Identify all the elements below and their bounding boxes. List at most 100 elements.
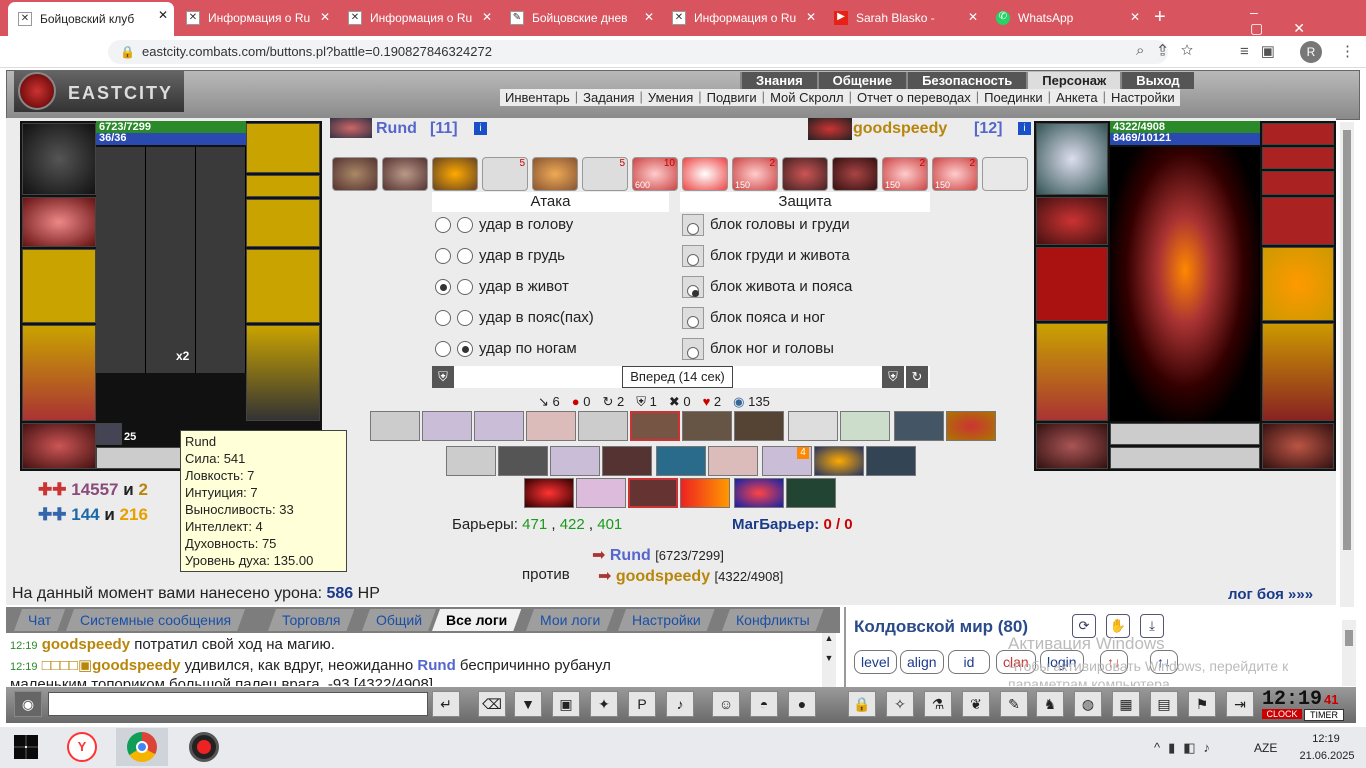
close-icon[interactable]: ✕	[806, 10, 816, 24]
menu-knowledge[interactable]: Знания	[740, 72, 817, 89]
tab-7[interactable]: ✆ WhatsApp ✕	[986, 4, 1146, 32]
submenu-settings[interactable]: Настройки	[1106, 89, 1180, 106]
defense-option[interactable]: блок ног и головы	[682, 338, 834, 368]
page-scrollbar[interactable]	[1340, 122, 1354, 610]
effect-icon[interactable]	[382, 157, 428, 191]
pet-icon[interactable]: ❦	[962, 691, 990, 717]
skill-icon[interactable]: 4	[762, 446, 812, 476]
ring-slot[interactable]	[1262, 147, 1334, 169]
submenu-scroll[interactable]: Мой Скролл	[765, 89, 849, 106]
close-icon[interactable]: ✕	[968, 10, 978, 24]
skill-icon[interactable]	[370, 411, 420, 441]
skill-icon[interactable]	[656, 446, 706, 476]
tab-5[interactable]: ✕ Информация о Ru ✕	[662, 4, 822, 32]
cards-icon[interactable]: ▤	[1150, 691, 1178, 717]
skill-icon[interactable]	[814, 446, 864, 476]
attack-radio-a[interactable]	[435, 217, 451, 234]
skill-icon[interactable]	[734, 478, 784, 508]
attack-option[interactable]: удар в живот	[435, 276, 569, 306]
profile-avatar[interactable]: R	[1300, 41, 1322, 63]
refresh-icon[interactable]: ↻	[906, 366, 928, 388]
potion-icon[interactable]: ⚗	[924, 691, 952, 717]
effect-icon[interactable]	[432, 157, 478, 191]
skill-icon[interactable]	[578, 411, 628, 441]
player-info-icon[interactable]: i	[474, 122, 487, 135]
buff-slot[interactable]	[96, 423, 122, 445]
new-tab-button[interactable]: +	[1154, 6, 1166, 29]
submenu-transfers[interactable]: Отчет о переводах	[852, 89, 976, 106]
skill-icon[interactable]	[550, 446, 600, 476]
helmet-slot[interactable]	[1036, 123, 1108, 195]
warrior-icon[interactable]: ♞	[1036, 691, 1064, 717]
skill-icon[interactable]	[866, 446, 916, 476]
defense-option[interactable]: блок головы и груди	[682, 214, 850, 244]
tab-conflicts[interactable]: Конфликты	[722, 609, 824, 631]
tab-general[interactable]: Общий	[362, 609, 436, 631]
chat-scrollbar[interactable]: ▲ ▼	[822, 633, 836, 687]
chrome-icon[interactable]	[116, 728, 168, 766]
send-icon[interactable]: ↵	[432, 691, 460, 717]
tab-my-logs[interactable]: Мои логи	[526, 609, 614, 631]
weapon-slot[interactable]	[1036, 247, 1108, 321]
defense-radio[interactable]	[682, 307, 704, 330]
eraser-icon[interactable]: ⌫	[478, 691, 506, 717]
sort-level-button[interactable]: level	[854, 650, 897, 674]
submenu-profile[interactable]: Анкета	[1051, 89, 1103, 106]
skill-icon[interactable]	[946, 411, 996, 441]
sort-id-button[interactable]: id	[948, 650, 990, 674]
enemy-info-icon[interactable]: i	[1018, 122, 1031, 135]
attack-radio-b[interactable]	[457, 248, 473, 265]
belt-slot[interactable]	[22, 423, 96, 469]
enemy-name[interactable]: goodspeedy	[853, 120, 947, 138]
effect-icon[interactable]	[782, 157, 828, 191]
skill-icon[interactable]	[446, 446, 496, 476]
menu-exit[interactable]: Выход	[1120, 72, 1193, 89]
weapon-slot[interactable]	[22, 249, 96, 323]
map-icon[interactable]: ▦	[1112, 691, 1140, 717]
enemy-avatar[interactable]	[1110, 147, 1260, 421]
effect-icon[interactable]	[532, 157, 578, 191]
attack-option[interactable]: удар в голову	[435, 214, 573, 244]
skill-icon[interactable]	[576, 478, 626, 508]
defense-option[interactable]: блок живота и пояса	[682, 276, 852, 306]
close-icon[interactable]: ✕	[320, 10, 330, 24]
attack-option[interactable]: удар в грудь	[435, 245, 565, 275]
skill-icon[interactable]	[788, 411, 838, 441]
language-indicator[interactable]: AZE	[1254, 741, 1277, 755]
amulet-slot[interactable]	[246, 123, 320, 173]
scroll-icon[interactable]: ✎	[1000, 691, 1028, 717]
taskbar-date[interactable]: 21.06.2025	[1294, 750, 1360, 762]
skill-icon[interactable]	[524, 478, 574, 508]
skill-icon[interactable]	[498, 446, 548, 476]
attack-radio-a[interactable]	[435, 341, 451, 358]
menu-character[interactable]: Персонаж	[1026, 72, 1121, 89]
tab-system[interactable]: Системные сообщения	[66, 609, 245, 631]
armor-slot[interactable]	[1036, 323, 1108, 421]
skill-icon[interactable]	[526, 411, 576, 441]
close-icon[interactable]: ✕	[482, 10, 492, 24]
helmet-icon[interactable]: ◓	[750, 691, 778, 717]
defense-option[interactable]: блок груди и живота	[682, 245, 850, 275]
tab-settings[interactable]: Настройки	[618, 609, 715, 631]
offhand-slot[interactable]	[246, 249, 320, 323]
tab-chat[interactable]: Чат	[14, 609, 65, 631]
amulet-slot[interactable]	[1262, 123, 1334, 145]
effect-icon[interactable]	[332, 157, 378, 191]
boots-slot[interactable]	[1262, 423, 1334, 469]
attack-radio-a[interactable]	[435, 279, 451, 296]
forward-button[interactable]: Вперед (14 сек)	[622, 366, 733, 388]
attack-radio-b[interactable]	[457, 217, 473, 234]
leggings-slot[interactable]	[1262, 323, 1334, 421]
filter-icon[interactable]: ▼	[514, 691, 542, 717]
url-field[interactable]: 🔒 eastcity.combats.com/buttons.pl?battle=…	[108, 40, 1168, 64]
attack-radio-a[interactable]	[435, 310, 451, 327]
submenu-inventory[interactable]: Инвентарь	[500, 89, 575, 106]
orb-icon[interactable]: ●	[788, 691, 816, 717]
gloves-slot[interactable]	[246, 199, 320, 247]
submenu-skills[interactable]: Умения	[643, 89, 698, 106]
attack-radio-b[interactable]	[457, 310, 473, 327]
recorder-icon[interactable]	[178, 728, 230, 766]
skill-icon[interactable]	[734, 411, 784, 441]
defense-radio[interactable]	[682, 214, 704, 237]
wand-icon[interactable]: ✧	[886, 691, 914, 717]
